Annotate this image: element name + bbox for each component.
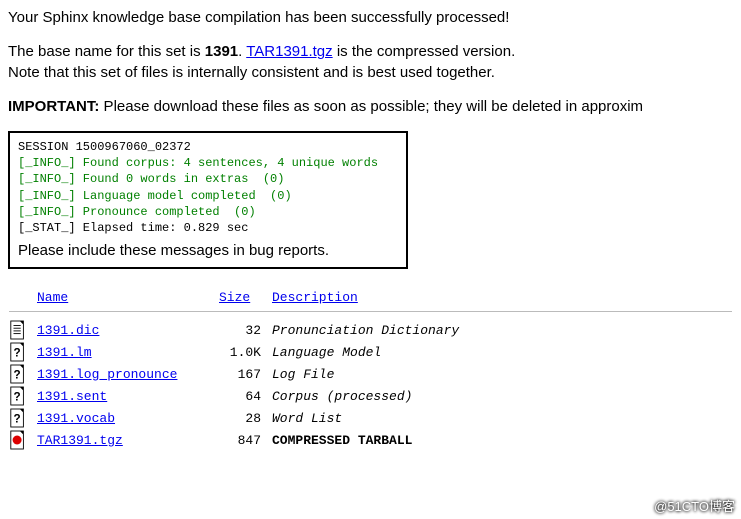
svg-text:?: ?: [14, 413, 21, 426]
text-file-icon: [9, 320, 27, 340]
include-message: Please include these messages in bug rep…: [18, 242, 398, 259]
table-header-row: Name Size Description: [8, 287, 733, 306]
important-text: Please download these files as soon as p…: [99, 98, 643, 115]
header-size[interactable]: Size: [219, 290, 250, 305]
base-prefix: The base name for this set is: [8, 43, 205, 60]
file-link[interactable]: 1391.dic: [37, 323, 99, 338]
file-link[interactable]: 1391.lm: [37, 345, 92, 360]
svg-text:?: ?: [14, 391, 21, 404]
session-line: SESSION 1500967060_02372: [18, 139, 398, 155]
file-size: 32: [218, 319, 271, 341]
file-link[interactable]: TAR1391.tgz: [37, 433, 123, 448]
unknown-file-icon: ?: [9, 364, 27, 384]
log-info-line: [_INFO_] Pronounce completed (0): [18, 204, 398, 220]
file-description: Pronunciation Dictionary: [271, 319, 733, 341]
important-line: IMPORTANT: Please download these files a…: [8, 97, 733, 117]
file-size: 28: [218, 407, 271, 429]
header-name[interactable]: Name: [37, 290, 68, 305]
table-row: ? 1391.log_pronounce 167Log File: [8, 363, 733, 385]
log-info-line: [_INFO_] Language model completed (0): [18, 188, 398, 204]
base-period: .: [238, 43, 246, 60]
watermark: @51CTO博客: [654, 496, 735, 515]
log-box: SESSION 1500967060_02372 [_INFO_] Found …: [8, 131, 408, 269]
base-name: 1391: [205, 43, 238, 60]
file-description: COMPRESSED TARBALL: [271, 429, 733, 451]
unknown-file-icon: ?: [9, 408, 27, 428]
file-description: Word List: [271, 407, 733, 429]
file-size: 167: [218, 363, 271, 385]
file-description: Log File: [271, 363, 733, 385]
svg-text:?: ?: [14, 347, 21, 360]
log-info-line: [_INFO_] Found corpus: 4 sentences, 4 un…: [18, 155, 398, 171]
unknown-file-icon: ?: [9, 386, 27, 406]
file-link[interactable]: 1391.log_pronounce: [37, 367, 177, 382]
table-row: TAR1391.tgz 847COMPRESSED TARBALL: [8, 429, 733, 451]
file-description: Corpus (processed): [271, 385, 733, 407]
log-stat-line: [_STAT_] Elapsed time: 0.829 sec: [18, 220, 398, 236]
file-table: Name Size Description: [8, 287, 733, 319]
consistency-note: Note that this set of files is internall…: [8, 64, 495, 81]
tar-suffix: is the compressed version.: [333, 43, 516, 60]
file-size: 64: [218, 385, 271, 407]
file-link[interactable]: 1391.sent: [37, 389, 107, 404]
file-rows: 1391.dic 32Pronunciation Dictionary? 1391.…: [8, 319, 733, 451]
important-label: IMPORTANT:: [8, 98, 99, 115]
svg-text:?: ?: [14, 369, 21, 382]
table-row: 1391.dic 32Pronunciation Dictionary: [8, 319, 733, 341]
file-description: Language Model: [271, 341, 733, 363]
table-row: ? 1391.sent 64Corpus (processed): [8, 385, 733, 407]
base-name-line: The base name for this set is 1391. TAR1…: [8, 42, 733, 83]
file-size: 847: [218, 429, 271, 451]
header-rule: [9, 311, 732, 312]
tar-link[interactable]: TAR1391.tgz: [246, 43, 332, 60]
tar-file-icon: [9, 430, 27, 450]
table-row: ? 1391.vocab 28Word List: [8, 407, 733, 429]
file-size: 1.0K: [218, 341, 271, 363]
log-info-line: [_INFO_] Found 0 words in extras (0): [18, 171, 398, 187]
success-message: Your Sphinx knowledge base compilation h…: [8, 8, 733, 28]
header-description[interactable]: Description: [272, 290, 358, 305]
file-link[interactable]: 1391.vocab: [37, 411, 115, 426]
unknown-file-icon: ?: [9, 342, 27, 362]
table-row: ? 1391.lm 1.0KLanguage Model: [8, 341, 733, 363]
